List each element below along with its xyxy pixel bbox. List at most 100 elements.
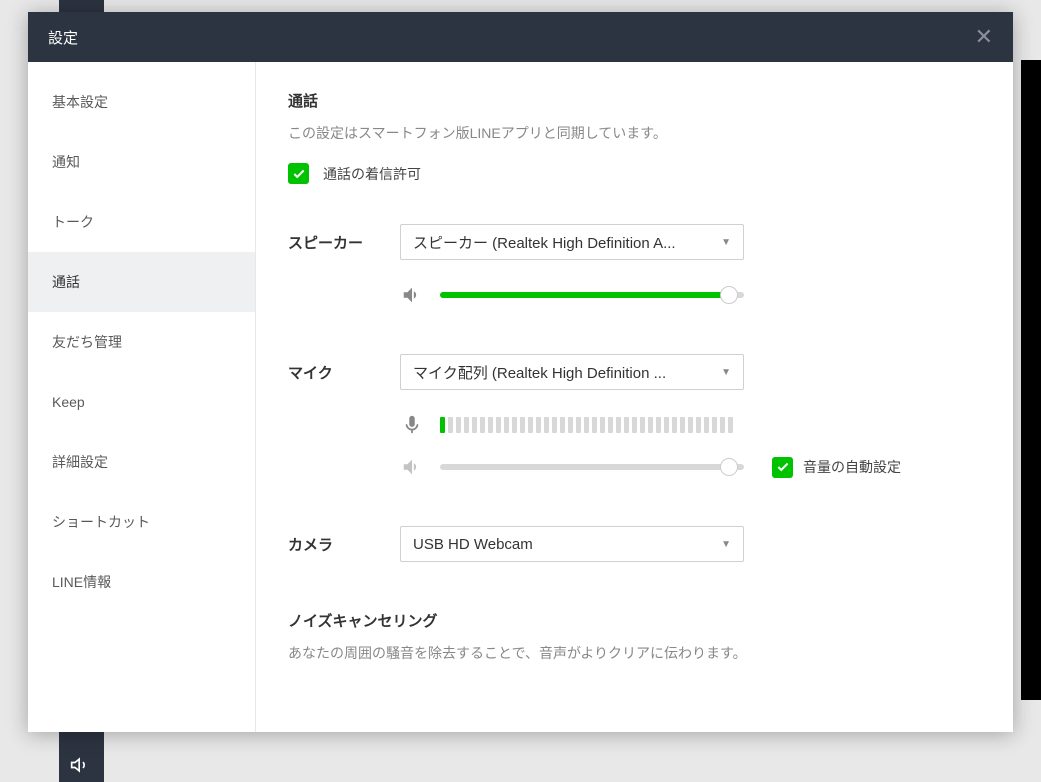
- mic-level-bar: [496, 417, 501, 433]
- slider-thumb[interactable]: [720, 458, 738, 476]
- sidebar-item-notification[interactable]: 通知: [28, 132, 255, 192]
- sidebar-item-label: Keep: [52, 394, 85, 410]
- mic-level-bar: [632, 417, 637, 433]
- modal-header: 設定 ✕: [28, 12, 1013, 62]
- mic-row: マイク マイク配列 (Realtek High Definition ... ▼: [288, 354, 981, 390]
- chevron-down-icon: ▼: [721, 237, 731, 248]
- mic-level-bar: [488, 417, 493, 433]
- allow-incoming-row: 通話の着信許可: [288, 163, 981, 184]
- mic-level-bar: [576, 417, 581, 433]
- settings-main: 通話 この設定はスマートフォン版LINEアプリと同期しています。 通話の着信許可…: [256, 62, 1013, 732]
- sidebar-item-talk[interactable]: トーク: [28, 192, 255, 252]
- mic-level-bar: [536, 417, 541, 433]
- mic-level-bar: [448, 417, 453, 433]
- sidebar-item-advanced[interactable]: 詳細設定: [28, 432, 255, 492]
- mic-level-bar: [464, 417, 469, 433]
- speaker-label: スピーカー: [288, 232, 400, 253]
- sidebar-item-label: トーク: [52, 212, 94, 232]
- mic-level-bar: [672, 417, 677, 433]
- mic-section: マイク マイク配列 (Realtek High Definition ... ▼: [288, 354, 981, 478]
- mic-level-bar: [664, 417, 669, 433]
- mic-level-bar: [568, 417, 573, 433]
- mic-level-bar: [696, 417, 701, 433]
- sidebar-item-label: 詳細設定: [52, 452, 108, 472]
- sidebar-item-basic[interactable]: 基本設定: [28, 72, 255, 132]
- sidebar-item-keep[interactable]: Keep: [28, 372, 255, 432]
- sidebar-item-label: 通知: [52, 152, 80, 172]
- mic-level-bar: [600, 417, 605, 433]
- noise-description: あなたの周囲の騒音を除去することで、音声がよりクリアに伝わります。: [288, 643, 981, 663]
- camera-section: カメラ USB HD Webcam ▼: [288, 526, 981, 562]
- sidebar-item-label: LINE情報: [52, 572, 111, 592]
- mic-volume-slider[interactable]: [440, 464, 744, 470]
- mic-level-bar: [512, 417, 517, 433]
- mic-level-bar: [584, 417, 589, 433]
- mic-level-bar: [616, 417, 621, 433]
- auto-volume-row: 音量の自動設定: [772, 457, 901, 478]
- sidebar-item-label: 通話: [52, 272, 80, 292]
- speaker-row: スピーカー スピーカー (Realtek High Definition A..…: [288, 224, 981, 260]
- slider-fill: [440, 292, 729, 298]
- sidebar-item-line-info[interactable]: LINE情報: [28, 552, 255, 612]
- mic-level-bar: [688, 417, 693, 433]
- mic-volume-row: 音量の自動設定: [400, 456, 981, 478]
- mic-level-bar: [712, 417, 717, 433]
- mic-level-bar: [456, 417, 461, 433]
- sidebar-item-label: 基本設定: [52, 92, 108, 112]
- mic-level-bar: [624, 417, 629, 433]
- mic-level-bar: [592, 417, 597, 433]
- allow-incoming-label: 通話の着信許可: [323, 164, 421, 184]
- mic-level-bar: [656, 417, 661, 433]
- camera-label: カメラ: [288, 534, 400, 555]
- sidebar-item-call[interactable]: 通話: [28, 252, 255, 312]
- sidebar-item-friends[interactable]: 友だち管理: [28, 312, 255, 372]
- mic-select[interactable]: マイク配列 (Realtek High Definition ... ▼: [400, 354, 744, 390]
- mic-level-bar: [480, 417, 485, 433]
- mic-selected-value: マイク配列 (Realtek High Definition ...: [413, 362, 666, 383]
- mic-icon: [400, 414, 424, 436]
- call-section-title: 通話: [288, 90, 981, 111]
- background-right-panel: [1021, 60, 1041, 700]
- mic-level-bar: [680, 417, 685, 433]
- speaker-section: スピーカー スピーカー (Realtek High Definition A..…: [288, 224, 981, 306]
- mic-level-bar: [640, 417, 645, 433]
- mic-level-bar: [504, 417, 509, 433]
- speaker-icon-disabled: [400, 456, 424, 478]
- sidebar-item-label: 友だち管理: [52, 332, 122, 352]
- allow-incoming-checkbox[interactable]: [288, 163, 309, 184]
- camera-select[interactable]: USB HD Webcam ▼: [400, 526, 744, 562]
- speaker-selected-value: スピーカー (Realtek High Definition A...: [413, 232, 676, 253]
- speaker-volume-row: [400, 284, 981, 306]
- sidebar-item-shortcut[interactable]: ショートカット: [28, 492, 255, 552]
- modal-body: 基本設定 通知 トーク 通話 友だち管理 Keep 詳細設定 ショートカット L…: [28, 62, 1013, 732]
- mic-level-bar: [520, 417, 525, 433]
- speaker-icon: [70, 755, 90, 780]
- mic-level-bar: [528, 417, 533, 433]
- mic-level-bar: [472, 417, 477, 433]
- slider-thumb[interactable]: [720, 286, 738, 304]
- noise-title: ノイズキャンセリング: [288, 610, 981, 631]
- speaker-select[interactable]: スピーカー (Realtek High Definition A... ▼: [400, 224, 744, 260]
- chevron-down-icon: ▼: [721, 367, 731, 378]
- mic-label: マイク: [288, 362, 400, 383]
- mic-level-bar: [720, 417, 725, 433]
- noise-section: ノイズキャンセリング あなたの周囲の騒音を除去することで、音声がよりクリアに伝わ…: [288, 610, 981, 663]
- mic-level-bar: [440, 417, 445, 433]
- mic-level-bar: [648, 417, 653, 433]
- mic-level-bar: [552, 417, 557, 433]
- auto-volume-checkbox[interactable]: [772, 457, 793, 478]
- mic-level-meter: [440, 417, 733, 433]
- auto-volume-label: 音量の自動設定: [803, 457, 901, 477]
- mic-level-bar: [544, 417, 549, 433]
- close-icon[interactable]: ✕: [975, 26, 993, 48]
- settings-modal: 設定 ✕ 基本設定 通知 トーク 通話 友だち管理 Keep 詳細設定 ショート…: [28, 12, 1013, 732]
- modal-title: 設定: [48, 27, 78, 48]
- camera-selected-value: USB HD Webcam: [413, 536, 533, 553]
- mic-level-bar: [608, 417, 613, 433]
- mic-level-row: [400, 414, 981, 436]
- call-section-description: この設定はスマートフォン版LINEアプリと同期しています。: [288, 123, 981, 143]
- speaker-volume-slider[interactable]: [440, 292, 744, 298]
- chevron-down-icon: ▼: [721, 539, 731, 550]
- mic-level-bar: [728, 417, 733, 433]
- mic-level-bar: [560, 417, 565, 433]
